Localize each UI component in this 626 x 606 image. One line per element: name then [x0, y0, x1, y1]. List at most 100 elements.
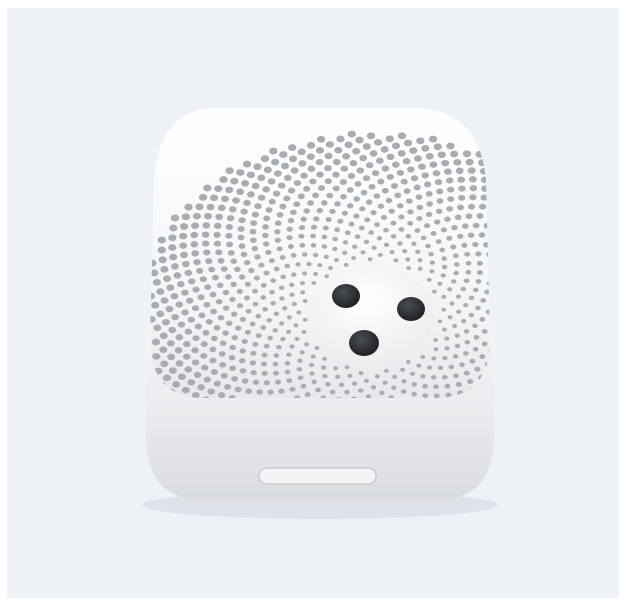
grille-hole	[206, 203, 215, 211]
grille-hole	[425, 191, 433, 197]
grille-hole	[278, 285, 285, 291]
grille-hole	[243, 295, 251, 301]
grille-hole	[291, 301, 297, 307]
grille-hole	[358, 371, 364, 376]
grille-hole	[195, 203, 204, 211]
grille-hole	[334, 146, 343, 154]
grille-hole	[475, 279, 482, 284]
grille-hole	[394, 192, 402, 199]
grille-hole	[382, 380, 388, 385]
grille-hole	[215, 213, 224, 221]
grille-hole	[368, 230, 375, 235]
grille-hole	[286, 315, 292, 320]
grille-hole	[324, 164, 332, 172]
grille-hole	[271, 158, 280, 166]
grille-hole	[472, 241, 479, 248]
grille-hole	[265, 249, 272, 255]
grille-hole	[199, 276, 207, 283]
grille-hole	[362, 175, 371, 182]
grille-hole	[150, 292, 156, 300]
grille-hole	[160, 297, 169, 304]
grille-hole	[453, 270, 459, 276]
grille-hole	[301, 329, 307, 334]
grille-hole	[159, 346, 168, 354]
grille-hole	[192, 335, 200, 342]
grille-hole	[329, 208, 336, 215]
grille-hole	[396, 169, 405, 176]
grille-hole	[467, 203, 476, 210]
grille-hole	[262, 306, 269, 312]
grille-hole	[297, 193, 305, 200]
grille-hole	[441, 294, 447, 299]
grille-hole	[479, 167, 488, 175]
grille-hole	[348, 221, 355, 227]
grille-hole	[282, 306, 288, 311]
grille-hole	[307, 200, 314, 206]
grille-hole	[481, 341, 488, 347]
grille-hole	[441, 307, 447, 312]
grille-hole	[230, 258, 238, 264]
grille-hole	[299, 350, 305, 355]
grille-hole	[270, 301, 276, 306]
grille-hole	[209, 194, 219, 202]
grille-hole	[272, 361, 279, 367]
grille-hole	[249, 321, 256, 327]
grille-hole	[381, 187, 389, 194]
grille-hole	[429, 161, 438, 168]
grille-hole	[434, 219, 441, 225]
grille-hole	[253, 163, 262, 171]
grille-hole	[385, 135, 394, 143]
grille-hole	[251, 245, 259, 252]
grille-hole	[290, 253, 297, 258]
grille-hole	[306, 261, 312, 267]
grille-hole	[187, 278, 196, 285]
grille-hole	[363, 378, 370, 383]
grille-hole	[210, 335, 218, 342]
grille-hole	[341, 210, 348, 216]
grille-hole	[455, 294, 462, 299]
grille-hole	[288, 155, 298, 163]
grille-hole	[318, 185, 326, 192]
grille-hole	[247, 191, 255, 198]
grille-hole	[238, 243, 246, 249]
grille-hole	[157, 236, 166, 244]
grille-hole	[214, 185, 223, 193]
grille-hole	[406, 266, 412, 271]
grille-hole	[450, 150, 459, 158]
grille-hole	[274, 229, 281, 235]
grille-hole	[355, 136, 364, 144]
grille-hole	[263, 215, 271, 222]
grille-hole	[458, 185, 466, 192]
grille-hole	[403, 139, 413, 147]
grille-hole	[370, 385, 377, 390]
grille-hole	[428, 135, 438, 143]
grille-hole	[335, 374, 341, 379]
grille-hole	[379, 390, 385, 396]
grille-hole	[425, 153, 434, 160]
grille-hole	[181, 260, 190, 268]
grille-hole	[180, 251, 188, 259]
grille-hole	[255, 313, 262, 319]
grille-hole	[486, 251, 490, 258]
grille-hole	[280, 336, 286, 342]
grille-hole	[201, 364, 209, 371]
grille-hole	[367, 257, 373, 262]
grille-hole	[263, 241, 270, 247]
grille-hole	[334, 201, 341, 207]
grille-hole	[297, 358, 303, 363]
grille-hole	[428, 251, 434, 257]
grille-hole	[483, 242, 490, 248]
grille-hole	[430, 231, 437, 236]
grille-hole	[351, 255, 357, 261]
grille-hole	[400, 367, 406, 372]
grille-hole	[303, 208, 311, 214]
grille-hole	[392, 374, 398, 379]
grille-hole	[463, 370, 470, 376]
grille-hole	[321, 365, 327, 370]
grille-hole	[297, 148, 306, 156]
grille-hole	[192, 212, 201, 220]
grille-hole	[232, 197, 240, 204]
grille-hole	[337, 218, 344, 224]
grille-hole	[359, 206, 366, 212]
grille-hole	[215, 249, 223, 256]
